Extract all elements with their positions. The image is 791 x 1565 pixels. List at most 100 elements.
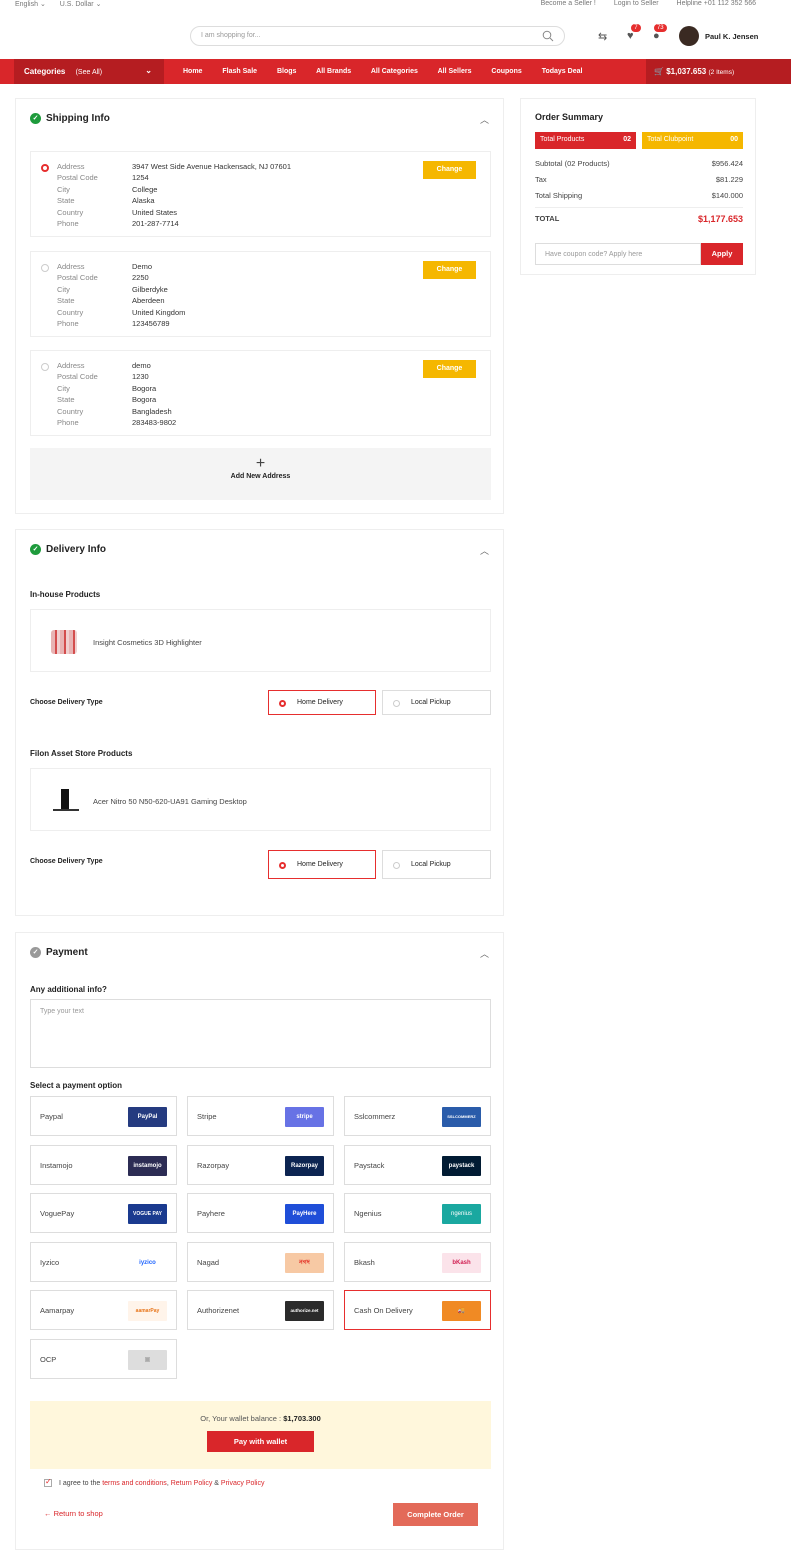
payment-option-paypal[interactable]: Paypal PayPal [30, 1096, 177, 1136]
check-icon: ✓ [30, 947, 41, 958]
nav-link[interactable]: Flash Sale [222, 68, 257, 75]
paypal-logo: PayPal [128, 1107, 167, 1127]
payment-option-paystack[interactable]: Paystack paystack [344, 1145, 491, 1185]
login-seller-link[interactable]: Login to Seller [614, 0, 659, 7]
delivery-title[interactable]: ✓ Delivery Info [30, 544, 106, 555]
payment-option-ocp[interactable]: OCP ▣ [30, 1339, 177, 1379]
product-image [51, 630, 77, 654]
address-card[interactable]: Address 3947 West Side Avenue Hackensack,… [30, 151, 491, 237]
total-clubpoint-badge: Total Clubpoint 00 [642, 132, 743, 149]
nav-link[interactable]: Todays Deal [542, 68, 583, 75]
nav-link[interactable]: All Brands [316, 68, 351, 75]
apply-coupon-button[interactable]: Apply [701, 243, 743, 265]
nav-link[interactable]: All Sellers [438, 68, 472, 75]
add-new-address-button[interactable]: + Add New Address [30, 448, 491, 500]
image-placeholder-icon: ▣ [128, 1350, 167, 1370]
payment-title[interactable]: ✓ Payment [30, 947, 88, 958]
sslcommerz-logo: SSLCOMMERZ [442, 1107, 481, 1127]
additional-info-label: Any additional info? [30, 985, 107, 994]
shipping-panel: ✓ Shipping Info ︿ Address 3947 West Side A… [15, 98, 504, 514]
nav-link[interactable]: Blogs [277, 68, 296, 75]
bkash-logo: bKash [442, 1253, 481, 1273]
address-card[interactable]: Address demo Postal Code 1230 City Bogora S… [30, 350, 491, 436]
notification-icon[interactable]: ● 73 [653, 24, 667, 42]
return-to-shop-link[interactable]: ← Return to shop [44, 1509, 103, 1518]
home-delivery-option[interactable]: Home Delivery [268, 850, 376, 879]
return-policy-link[interactable]: Return Policy [171, 1480, 213, 1487]
top-bar: English ⌄ U.S. Dollar ⌄ Become a Seller ! … [15, 0, 756, 8]
collapse-icon[interactable]: ︿ [480, 544, 489, 557]
payment-option-ngenius[interactable]: Ngenius ngenius [344, 1193, 491, 1233]
authorizenet-logo: authorize.net [285, 1301, 324, 1321]
become-seller-link[interactable]: Become a Seller ! [541, 0, 596, 7]
local-pickup-option[interactable]: Local Pickup [382, 690, 491, 715]
nav-link[interactable]: All Categories [371, 68, 418, 75]
avatar [679, 26, 699, 46]
payment-option-iyzico[interactable]: Iyzico iyzico [30, 1242, 177, 1282]
payment-option-authorizenet[interactable]: Authorizenet authorize.net [187, 1290, 334, 1330]
payment-option-payhere[interactable]: Payhere PayHere [187, 1193, 334, 1233]
see-all-label: (See All) [75, 69, 103, 76]
wishlist-icon[interactable]: ♥ 7 [627, 24, 641, 42]
payment-option-cod[interactable]: Cash On Delivery 🚚 [344, 1290, 491, 1330]
pay-with-wallet-button[interactable]: Pay with wallet [207, 1431, 314, 1452]
user-menu[interactable]: Paul K. Jensen [679, 26, 758, 46]
agree-checkbox[interactable] [44, 1477, 52, 1487]
delivery-truck-icon: 🚚 [442, 1301, 481, 1321]
change-address-button[interactable]: Change [423, 261, 476, 279]
agree-terms: I agree to the terms and conditions, Ret… [44, 1477, 265, 1487]
nagad-logo: নগদ [285, 1253, 324, 1273]
address-radio[interactable] [41, 164, 49, 172]
change-address-button[interactable]: Change [423, 360, 476, 378]
address-card[interactable]: Address Demo Postal Code 2250 City Gilberdy… [30, 251, 491, 337]
shipping-title[interactable]: ✓ Shipping Info [30, 113, 110, 124]
search-icon[interactable] [542, 30, 554, 42]
payment-option-razorpay[interactable]: Razorpay Razorpay [187, 1145, 334, 1185]
collapse-icon[interactable]: ︿ [480, 113, 489, 126]
address-radio[interactable] [41, 363, 49, 371]
nav-link[interactable]: Coupons [491, 68, 521, 75]
subtotal-row: Subtotal (02 Products) $956.424 [535, 159, 743, 168]
payment-option-voguepay[interactable]: VoguePay VOGUE PAY [30, 1193, 177, 1233]
change-address-button[interactable]: Change [423, 161, 476, 179]
chevron-down-icon: ⌄ [145, 66, 152, 75]
razorpay-logo: Razorpay [285, 1156, 324, 1176]
terms-link[interactable]: terms and conditions [102, 1480, 167, 1487]
cart-button[interactable]: 🛒 $1,037.653 (2 Items) [646, 59, 791, 84]
language-select[interactable]: English [15, 1, 38, 8]
payment-option-instamojo[interactable]: Instamojo instamojo [30, 1145, 177, 1185]
additional-info-textarea[interactable]: Type your text [30, 999, 491, 1068]
delivery-type-label: Choose Delivery Type [30, 858, 103, 865]
order-summary-panel: Order Summary Total Products 02 Total Clu… [520, 98, 756, 275]
helpline-text: Helpline +01 112 352 566 [676, 0, 756, 7]
currency-select[interactable]: U.S. Dollar [60, 1, 94, 8]
payment-option-stripe[interactable]: Stripe stripe [187, 1096, 334, 1136]
address-radio[interactable] [41, 264, 49, 272]
cart-icon: 🛒 [654, 67, 664, 76]
iyzico-logo: iyzico [128, 1253, 167, 1273]
complete-order-button[interactable]: Complete Order [393, 1503, 478, 1526]
shipping-row: Total Shipping $140.000 [535, 191, 743, 200]
privacy-policy-link[interactable]: Privacy Policy [221, 1480, 265, 1487]
payment-option-label: Select a payment option [30, 1081, 123, 1090]
payment-option-bkash[interactable]: Bkash bKash [344, 1242, 491, 1282]
home-delivery-option[interactable]: Home Delivery [268, 690, 376, 715]
payment-option-sslcommerz[interactable]: Sslcommerz SSLCOMMERZ [344, 1096, 491, 1136]
order-summary-title: Order Summary [535, 112, 604, 122]
payment-option-aamarpay[interactable]: Aamarpay aamarPay [30, 1290, 177, 1330]
payment-option-nagad[interactable]: Nagad নগদ [187, 1242, 334, 1282]
product-image [51, 789, 79, 813]
product-item: Acer Nitro 50 N50-620-UA91 Gaming Deskto… [30, 768, 491, 831]
user-name: Paul K. Jensen [705, 31, 759, 41]
nav-link[interactable]: Home [183, 68, 202, 75]
compare-icon[interactable]: ⇆ [598, 30, 607, 43]
coupon-input[interactable]: Have coupon code? Apply here [535, 243, 701, 265]
notification-badge: 73 [653, 24, 667, 32]
search-input[interactable]: I am shopping for... [190, 26, 565, 46]
categories-dropdown[interactable]: Categories (See All) ⌄ [14, 59, 164, 84]
ngenius-logo: ngenius [442, 1204, 481, 1224]
local-pickup-option[interactable]: Local Pickup [382, 850, 491, 879]
header: I am shopping for... ⇆ ♥ 7 ● 73 Paul K. Je… [0, 18, 791, 56]
store-heading: Filon Asset Store Products [30, 749, 133, 758]
collapse-icon[interactable]: ︿ [480, 947, 489, 960]
